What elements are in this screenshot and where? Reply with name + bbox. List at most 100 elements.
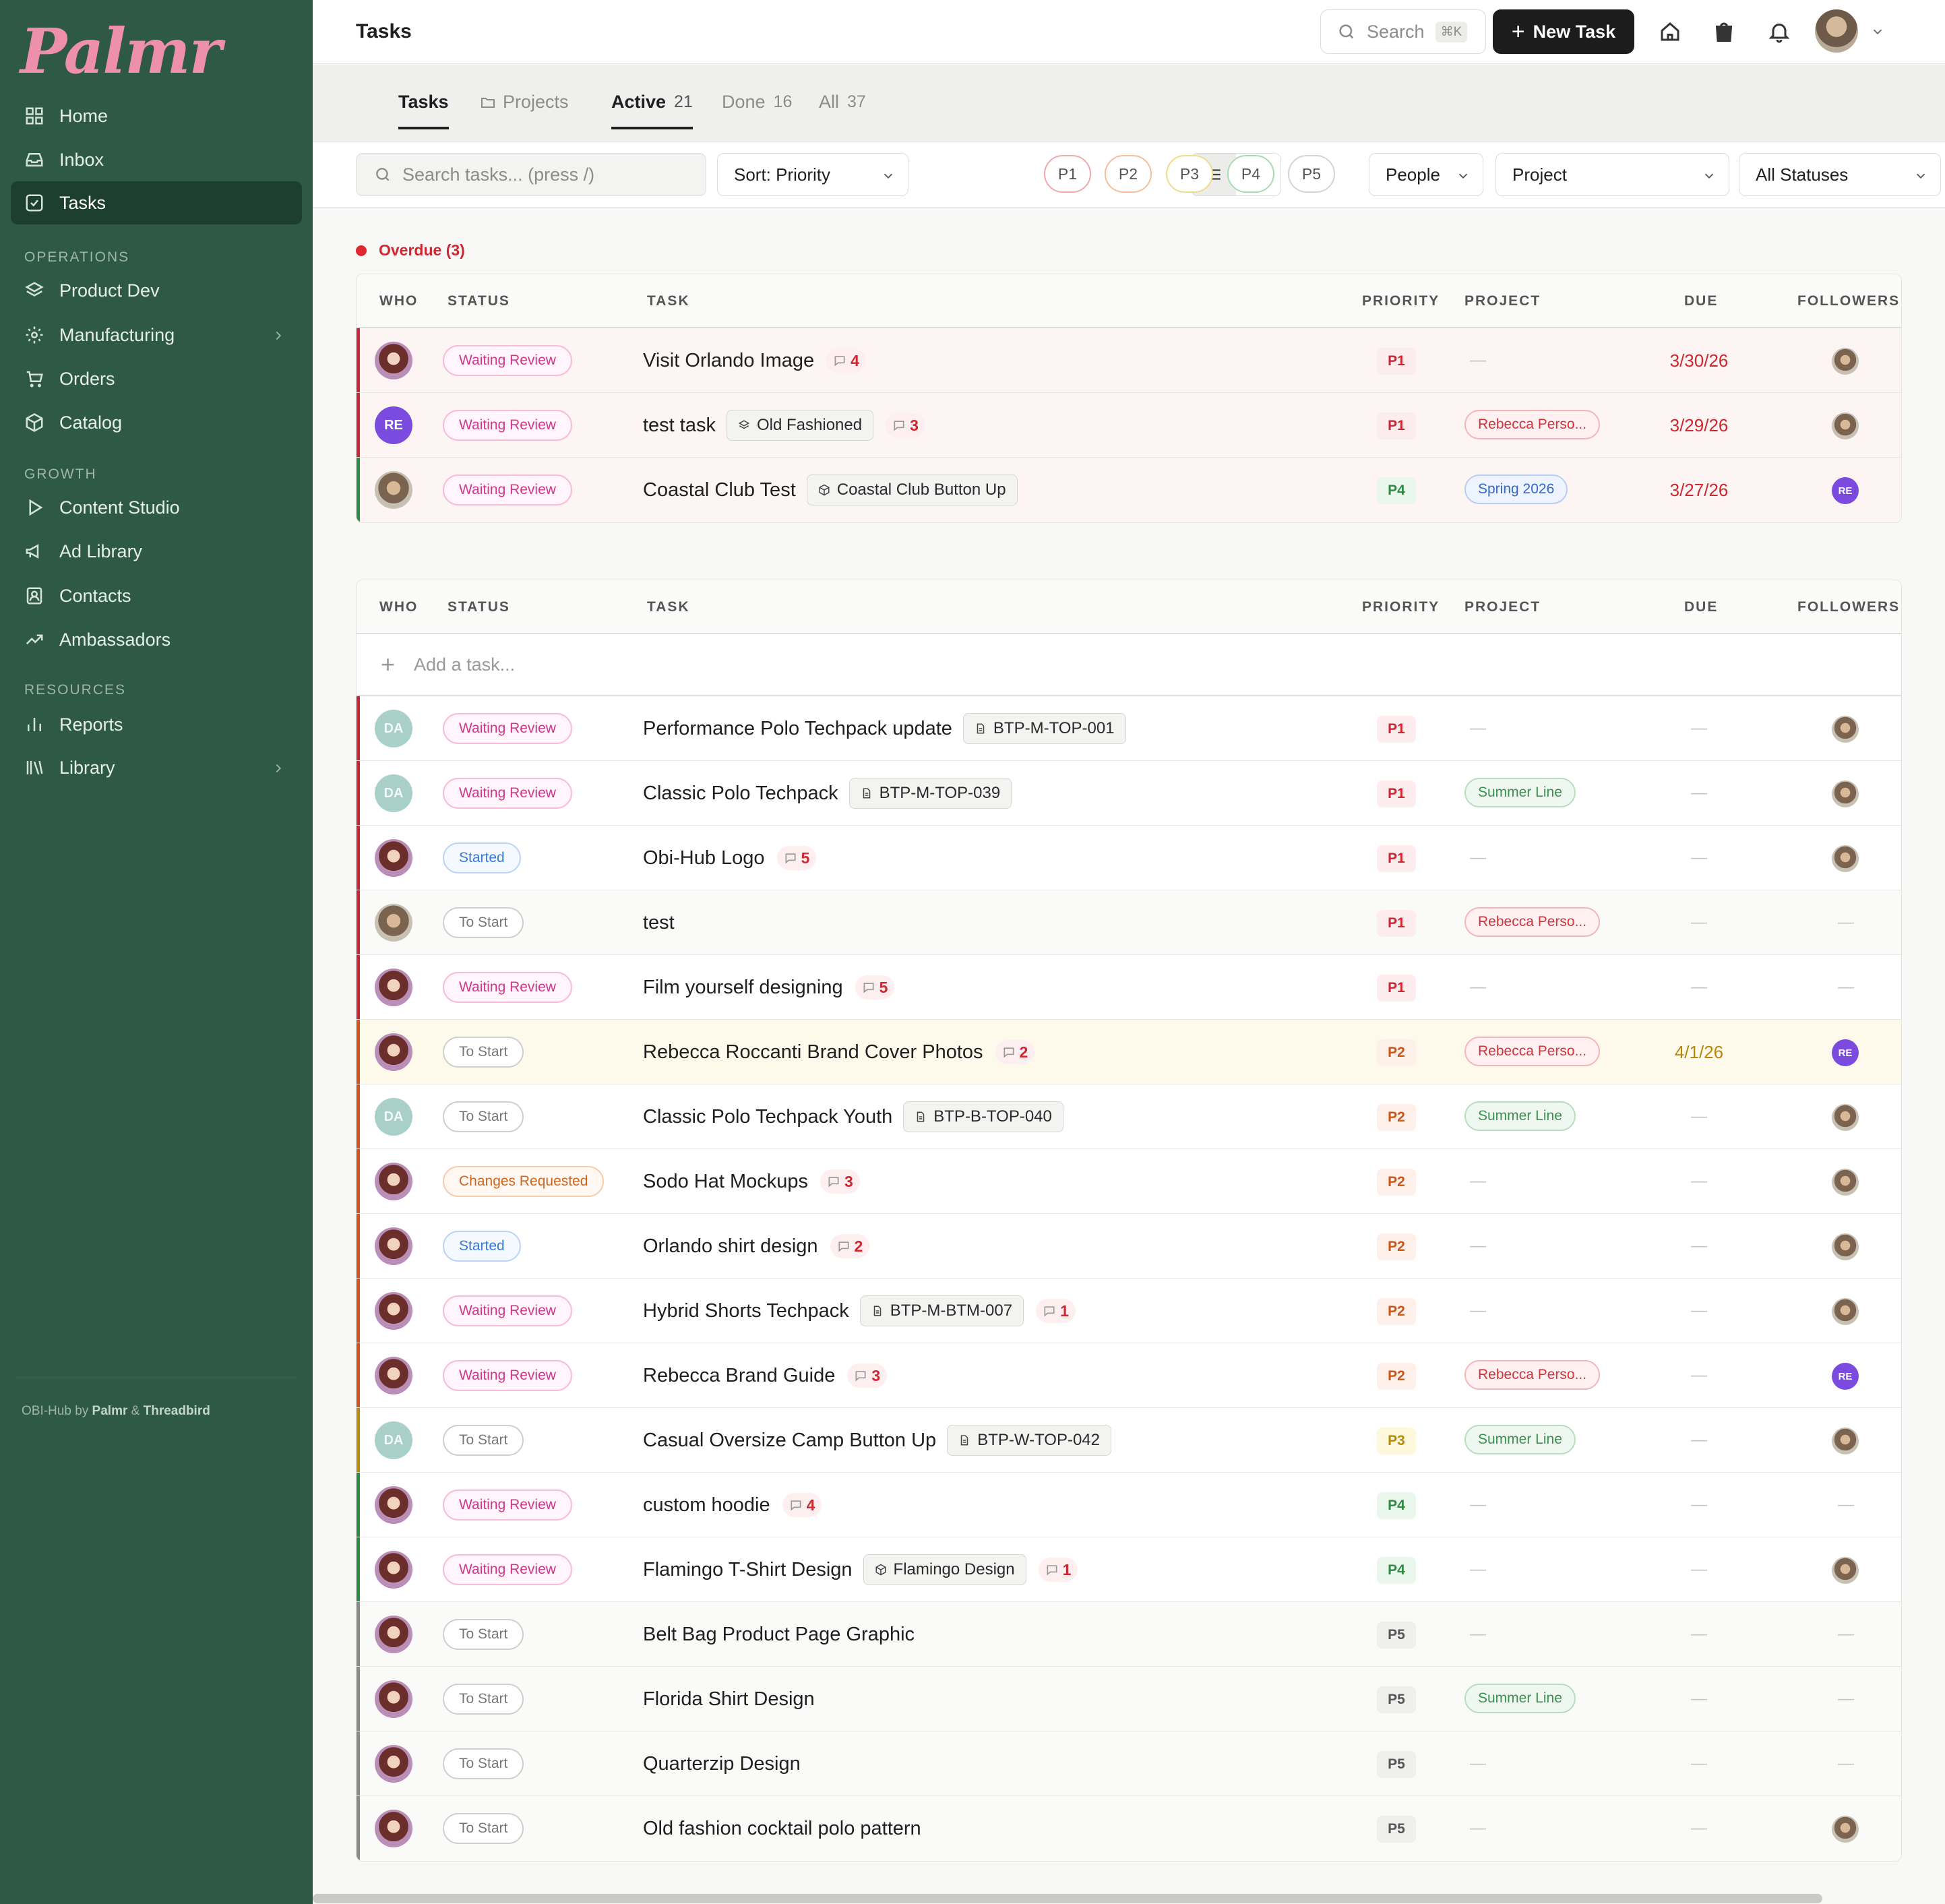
priority-badge[interactable]: P5 (1377, 1686, 1416, 1713)
assignee-avatar[interactable] (375, 904, 412, 942)
follower-avatar[interactable] (1832, 1298, 1859, 1325)
task-cell[interactable]: Obi-Hub Logo 5 (643, 826, 817, 890)
status-badge[interactable]: To Start (443, 1619, 524, 1650)
tab-active[interactable]: Active 21 (611, 92, 693, 129)
priority-badge[interactable]: P4 (1377, 1557, 1416, 1584)
assignee-avatar[interactable] (375, 1680, 412, 1718)
assignee-avatar[interactable]: DA (375, 1421, 412, 1459)
task-cell[interactable]: Old fashion cocktail polo pattern (643, 1796, 921, 1861)
home-icon[interactable] (1656, 18, 1684, 46)
task-search-input[interactable]: Search tasks... (press /) (356, 153, 706, 196)
priority-badge[interactable]: P2 (1377, 1039, 1416, 1066)
column-header-priority[interactable]: PRIORITY (1362, 599, 1440, 615)
task-cell[interactable]: Visit Orlando Image 4 (643, 328, 866, 393)
project-filter[interactable]: Project (1495, 153, 1729, 196)
table-row[interactable]: Waiting Review Coastal Club Test Coastal C… (357, 458, 1901, 522)
priority-badge[interactable]: P1 (1377, 716, 1416, 743)
task-cell[interactable]: Film yourself designing 5 (643, 955, 895, 1020)
user-avatar[interactable] (1815, 9, 1858, 53)
column-header-task[interactable]: TASK (647, 293, 690, 309)
assignee-avatar[interactable] (375, 1616, 412, 1653)
follower-avatar[interactable]: RE (1832, 477, 1859, 504)
sidebar-item-catalog[interactable]: Catalog (11, 401, 302, 444)
linked-item-chip[interactable]: Flamingo Design (863, 1554, 1026, 1585)
assignee-avatar[interactable] (375, 1033, 412, 1071)
linked-item-chip[interactable]: BTP-M-TOP-039 (848, 778, 1012, 809)
status-badge[interactable]: Waiting Review (443, 1490, 572, 1521)
status-badge[interactable]: To Start (443, 1684, 524, 1715)
column-header-status[interactable]: STATUS (447, 293, 510, 309)
sidebar-item-home[interactable]: Home (11, 94, 302, 137)
sidebar-item-ambassadors[interactable]: Ambassadors (11, 618, 302, 661)
column-header-project[interactable]: PROJECT (1464, 599, 1541, 615)
column-header-priority[interactable]: PRIORITY (1362, 293, 1440, 309)
priority-filter-p1[interactable]: P1 (1044, 155, 1091, 193)
status-badge[interactable]: Waiting Review (443, 410, 572, 441)
comment-count-badge[interactable]: 2 (995, 1040, 1035, 1064)
column-header-status[interactable]: STATUS (447, 599, 510, 615)
tab-projects[interactable]: Projects (480, 92, 569, 113)
priority-badge[interactable]: P1 (1377, 845, 1416, 872)
assignee-avatar[interactable]: DA (375, 1098, 412, 1136)
status-badge[interactable]: To Start (443, 1748, 524, 1779)
assignee-avatar[interactable]: DA (375, 710, 412, 747)
due-date[interactable]: 4/1/26 (1652, 1042, 1746, 1063)
priority-badge[interactable]: P1 (1377, 348, 1416, 375)
column-header-due[interactable]: DUE (1684, 293, 1718, 309)
status-badge[interactable]: To Start (443, 1813, 524, 1844)
sidebar-item-inbox[interactable]: Inbox (11, 138, 302, 181)
follower-avatar[interactable] (1832, 1233, 1859, 1260)
tab-tasks[interactable]: Tasks (398, 92, 449, 129)
status-badge[interactable]: Waiting Review (443, 1360, 572, 1391)
column-header-who[interactable]: WHO (379, 599, 418, 615)
assignee-avatar[interactable]: DA (375, 774, 412, 812)
table-row[interactable]: DA Waiting Review Classic Polo Techpack BTP… (357, 761, 1901, 826)
comment-count-badge[interactable]: 5 (855, 975, 895, 1000)
bell-icon[interactable] (1765, 18, 1793, 46)
table-row[interactable]: To Start Belt Bag Product Page Graphic P5 —… (357, 1602, 1901, 1667)
priority-badge[interactable]: P5 (1377, 1816, 1416, 1843)
task-cell[interactable]: test task Old Fashioned 3 (643, 393, 925, 458)
status-badge[interactable]: Waiting Review (443, 1295, 572, 1326)
project-badge[interactable]: Rebecca Perso... (1464, 1360, 1601, 1390)
assignee-avatar[interactable] (375, 1163, 412, 1200)
follower-avatar[interactable] (1832, 1104, 1859, 1131)
status-badge[interactable]: Waiting Review (443, 713, 572, 744)
comment-count-badge[interactable]: 1 (1036, 1299, 1076, 1323)
priority-badge[interactable]: P1 (1377, 975, 1416, 1002)
table-row[interactable]: Waiting Review Flamingo T-Shirt Design Fla… (357, 1537, 1901, 1602)
linked-item-chip[interactable]: BTP-W-TOP-042 (947, 1425, 1112, 1456)
table-row[interactable]: DA To Start Classic Polo Techpack Youth BTP… (357, 1084, 1901, 1149)
task-cell[interactable]: Classic Polo Techpack Youth BTP-B-TOP-040 (643, 1084, 1063, 1149)
priority-filter-p5[interactable]: P5 (1288, 155, 1335, 193)
follower-avatar[interactable] (1832, 348, 1859, 375)
task-cell[interactable]: test (643, 890, 675, 955)
assignee-avatar[interactable] (375, 1292, 412, 1330)
assignee-avatar[interactable] (375, 1486, 412, 1524)
table-row[interactable]: To Start Florida Shirt Design P5 Summer Lin… (357, 1667, 1901, 1731)
follower-avatar[interactable] (1832, 780, 1859, 807)
follower-avatar[interactable] (1832, 1816, 1859, 1843)
task-cell[interactable]: Flamingo T-Shirt Design Flamingo Design 1 (643, 1537, 1078, 1602)
table-row[interactable]: Waiting Review Hybrid Shorts Techpack BTP-… (357, 1279, 1901, 1343)
task-cell[interactable]: custom hoodie 4 (643, 1473, 822, 1537)
task-cell[interactable]: Quarterzip Design (643, 1731, 801, 1796)
priority-filter-p3[interactable]: P3 (1166, 155, 1213, 193)
status-badge[interactable]: To Start (443, 1101, 524, 1132)
table-row[interactable]: Waiting Review custom hoodie 4 P4 — — — (357, 1473, 1901, 1537)
priority-filter-p2[interactable]: P2 (1105, 155, 1152, 193)
horizontal-scrollbar[interactable] (313, 1894, 1822, 1903)
priority-filter-p4[interactable]: P4 (1227, 155, 1274, 193)
status-badge[interactable]: Waiting Review (443, 345, 572, 376)
task-cell[interactable]: Classic Polo Techpack BTP-M-TOP-039 (643, 761, 1012, 826)
status-badge[interactable]: Waiting Review (443, 1554, 572, 1585)
add-task-row[interactable]: + Add a task... (357, 634, 1901, 696)
new-task-button[interactable]: + New Task (1493, 9, 1634, 54)
sidebar-item-orders[interactable]: Orders (11, 357, 302, 400)
global-search[interactable]: Search ⌘K (1320, 9, 1486, 54)
sort-dropdown[interactable]: Sort: Priority (717, 153, 908, 196)
status-badge[interactable]: Waiting Review (443, 778, 572, 809)
linked-item-chip[interactable]: Old Fashioned (727, 410, 874, 441)
column-header-due[interactable]: DUE (1684, 599, 1718, 615)
priority-badge[interactable]: P2 (1377, 1363, 1416, 1390)
